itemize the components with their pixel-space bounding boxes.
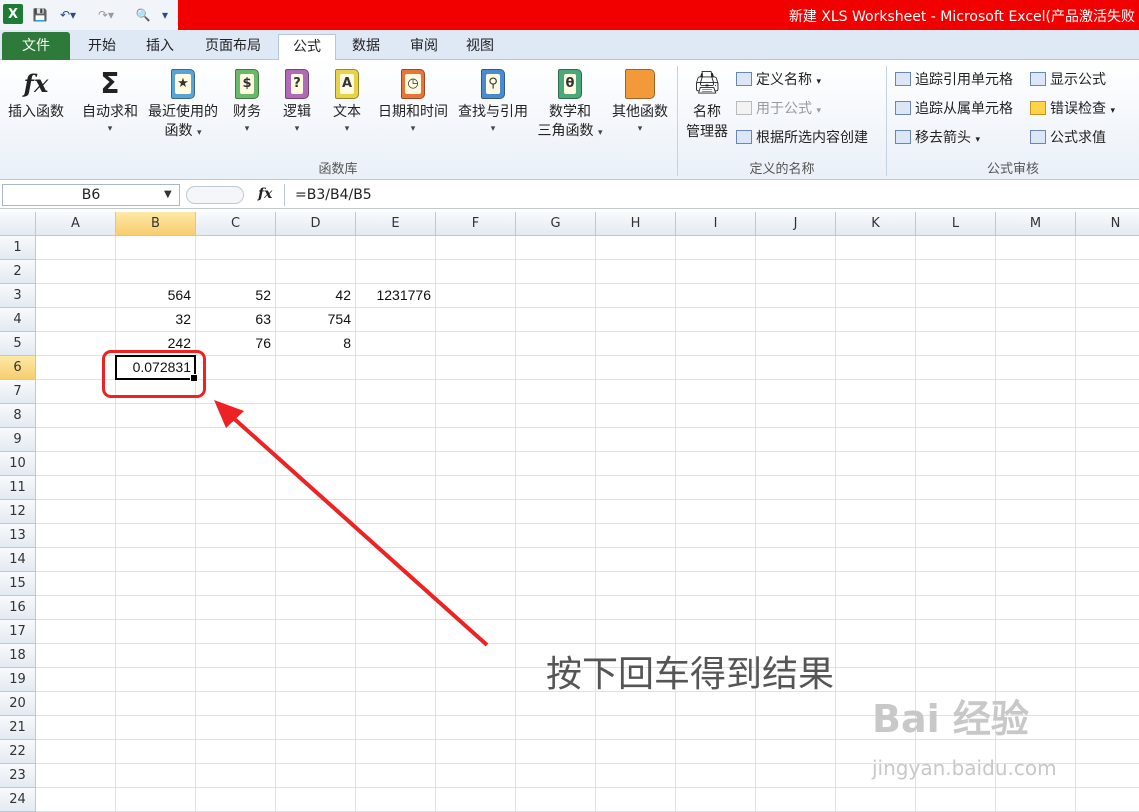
highlight-box xyxy=(102,350,206,398)
annotation-text: 按下回车得到结果 xyxy=(546,654,835,695)
watermark-logo: Bai 经验 xyxy=(872,697,1029,741)
watermark-url: jingyan.baidu.com xyxy=(872,756,1057,780)
arrow-shaft xyxy=(228,413,489,647)
